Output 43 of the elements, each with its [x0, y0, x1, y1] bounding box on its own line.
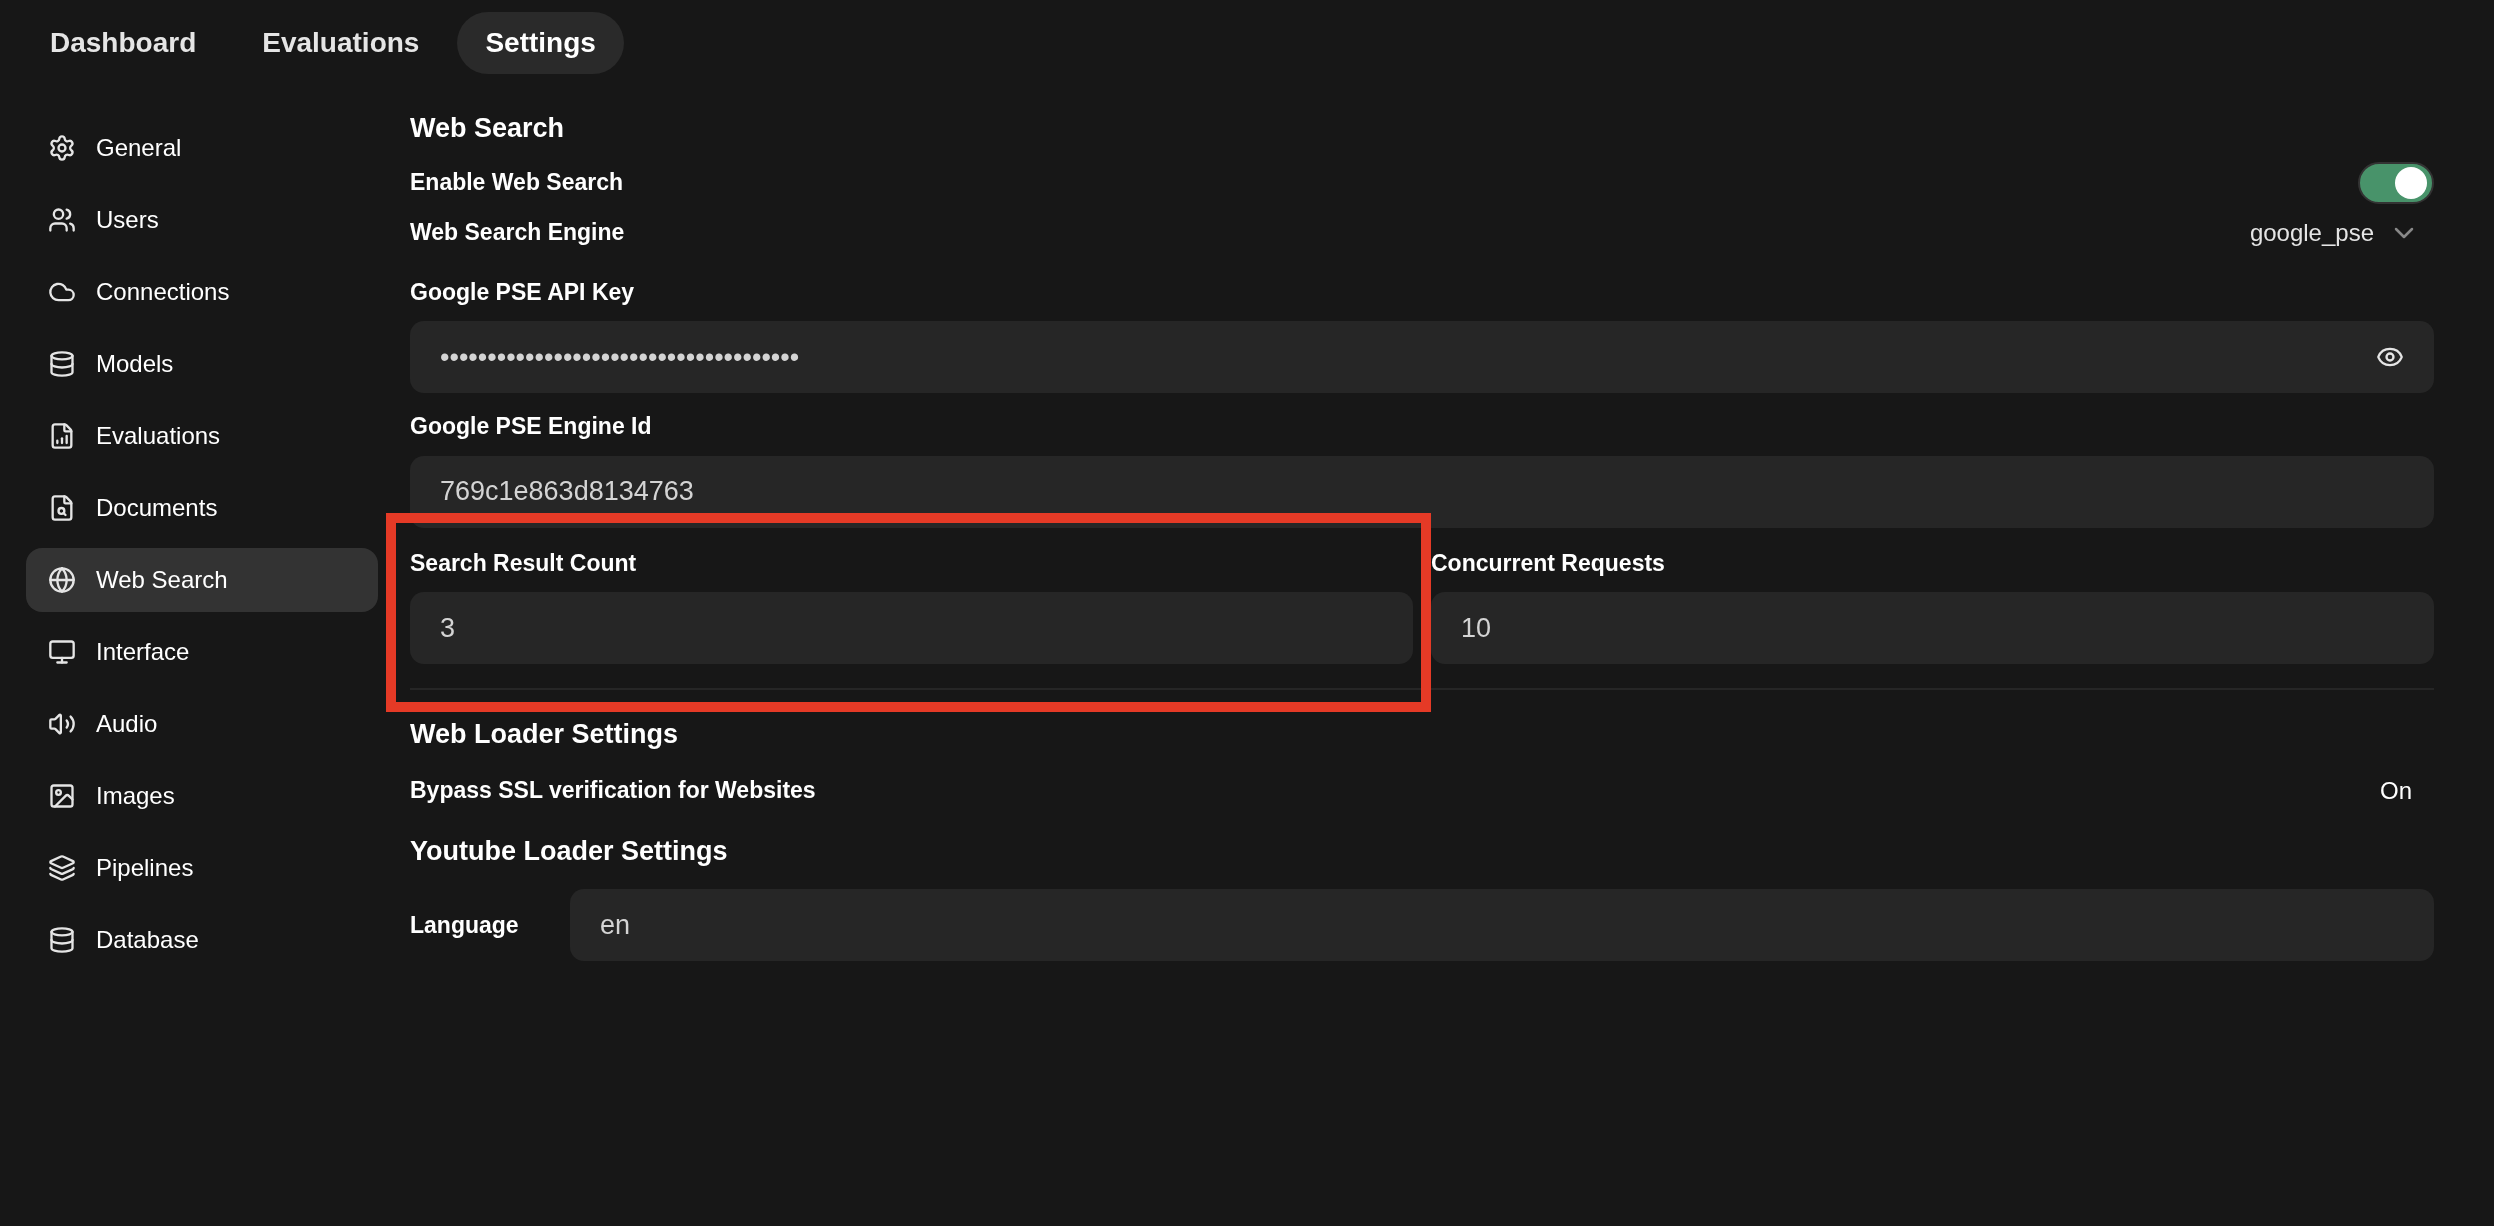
sidebar-item[interactable]: Models [26, 332, 378, 396]
nav-tab[interactable]: Settings [457, 12, 624, 74]
sidebar-item[interactable]: Web Search [26, 548, 378, 612]
image-icon [48, 782, 76, 810]
text-field[interactable]: en [570, 889, 2434, 961]
field-label: Google PSE API Key [410, 277, 635, 307]
sidebar-item[interactable]: General [26, 116, 378, 180]
sidebar-item[interactable]: Pipelines [26, 836, 378, 900]
field-label: Concurrent Requests [1431, 548, 1665, 578]
nav-tab[interactable]: Dashboard [22, 12, 225, 74]
database-icon [48, 350, 76, 378]
globe-icon [48, 566, 76, 594]
sidebar-item[interactable]: Documents [26, 476, 378, 540]
sidebar-item[interactable]: Interface [26, 620, 378, 684]
sidebar-item[interactable]: Connections [26, 260, 378, 324]
gear-icon [48, 134, 76, 162]
chevron-down-icon [2394, 226, 2414, 239]
layers-icon [48, 854, 76, 882]
sidebar-item[interactable]: Users [26, 188, 378, 252]
sidebar-item[interactable]: Images [26, 764, 378, 828]
sidebar-item[interactable]: Database [26, 908, 378, 972]
monitor-icon [48, 638, 76, 666]
setting-label: Web Search Engine [410, 218, 625, 248]
text-field[interactable]: 769c1e863d8134763 [410, 455, 2434, 528]
database-icon [48, 926, 76, 954]
nav-tab[interactable]: Evaluations [234, 12, 448, 74]
toggle-switch[interactable] [2358, 161, 2434, 204]
sidebar-item[interactable]: Audio [26, 692, 378, 756]
text-field[interactable]: 3 [410, 592, 1413, 664]
section-title: Web Loader Settings [410, 718, 679, 751]
users-icon [48, 206, 76, 234]
sidebar-item[interactable]: Evaluations [26, 404, 378, 468]
toggle-text-button[interactable]: On [2380, 772, 2434, 809]
setting-label: Bypass SSL verification for Websites [410, 776, 816, 806]
section-title: Youtube Loader Settings [410, 834, 728, 868]
section-title: Web Search [410, 112, 566, 145]
engine-select[interactable]: google_pse [2249, 214, 2434, 251]
text-field[interactable]: •••••••••••••••••••••••••••••••••••••• [410, 321, 2434, 393]
field-label: Search Result Count [410, 548, 637, 578]
setting-label: Enable Web Search [410, 168, 624, 198]
text-field[interactable]: 10 [1431, 592, 2434, 664]
field-label: Google PSE Engine Id [410, 412, 652, 441]
field-label: Language [410, 910, 520, 940]
